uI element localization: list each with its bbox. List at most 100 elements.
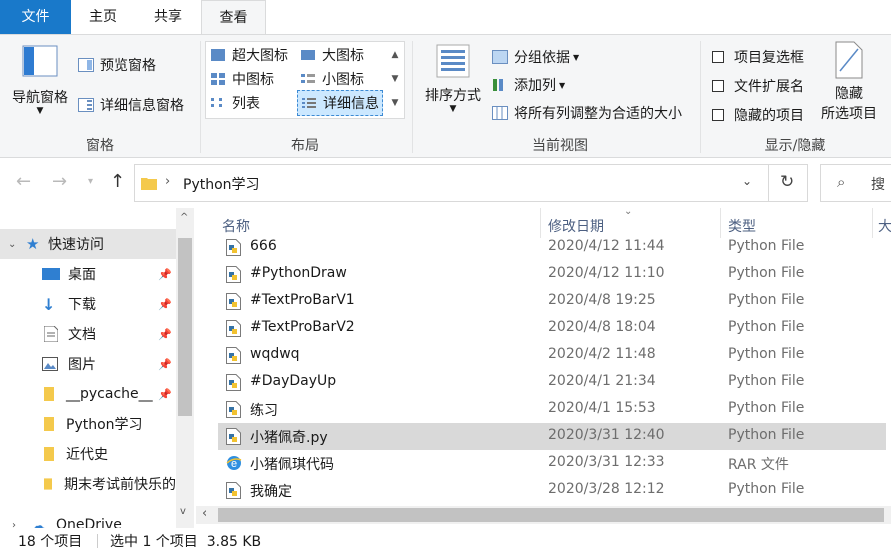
file-list-hscrollbar-thumb[interactable]	[218, 508, 884, 522]
forward-arrow-icon[interactable]: →	[52, 172, 67, 192]
folder-icon	[44, 447, 54, 461]
file-row[interactable]: 666 2020/4/12 11:44 Python File	[218, 234, 886, 261]
layout-medium-icons[interactable]: 中图标	[210, 69, 274, 89]
hide-selected-button[interactable]: 隐藏 所选项目	[814, 41, 884, 123]
nav-item-pictures[interactable]: 图片	[0, 349, 176, 379]
file-row[interactable]: #TextProBarV2 2020/4/8 18:04 Python File	[218, 315, 886, 342]
cloud-icon: ☁	[30, 515, 46, 529]
file-name[interactable]: 我确定	[250, 481, 292, 501]
details-view-icon	[302, 98, 316, 108]
column-header-size[interactable]: 大	[878, 216, 891, 236]
file-row[interactable]: 小猪佩奇.py 2020/3/31 12:40 Python File	[218, 423, 886, 450]
file-row[interactable]: #DayDayUp 2020/4/1 21:34 Python File	[218, 369, 886, 396]
navigation-pane-button[interactable]: 导航窗格 ▼	[8, 45, 72, 116]
nav-item-final-exam[interactable]: 期末考试前快乐的	[0, 469, 176, 499]
download-icon: ↓	[42, 294, 56, 314]
status-bar: 18 个项目 选中 1 个项目 3.85 KB	[0, 528, 891, 557]
layout-details[interactable]: 详细信息	[297, 90, 383, 116]
more-icon[interactable]: ▼	[388, 91, 402, 115]
column-header-type[interactable]: 类型	[728, 216, 756, 236]
layout-small-icons[interactable]: 小图标	[300, 69, 364, 89]
file-row[interactable]: e 小猪佩琪代码 2020/3/31 12:33 RAR 文件	[218, 450, 886, 477]
scroll-down-icon[interactable]: v	[180, 506, 186, 517]
file-name[interactable]: 小猪佩奇.py	[250, 427, 328, 447]
file-extensions-toggle[interactable]: 文件扩展名	[712, 76, 804, 96]
file-name[interactable]: #DayDayUp	[250, 373, 336, 389]
nav-item-desktop[interactable]: 桌面	[0, 259, 176, 289]
pin-icon[interactable]: 📌	[158, 388, 172, 401]
file-row[interactable]: 练习 2020/4/1 15:53 Python File	[218, 396, 886, 423]
address-path[interactable]: Python学习	[183, 174, 260, 194]
recent-chevron-icon[interactable]: ▾	[88, 172, 93, 192]
file-row[interactable]: #PythonDraw 2020/4/12 11:10 Python File	[218, 261, 886, 288]
chevron-up-icon[interactable]: ▲	[388, 43, 402, 67]
sort-by-icon	[436, 44, 470, 78]
file-name[interactable]: wqdwq	[250, 346, 300, 362]
details-pane-icon	[78, 98, 94, 112]
nav-item-python[interactable]: Python学习	[0, 409, 176, 439]
item-checkboxes-toggle[interactable]: 项目复选框	[712, 47, 804, 67]
column-header-date[interactable]: 修改日期	[548, 216, 604, 236]
pin-icon[interactable]: 📌	[158, 358, 172, 371]
chevron-down-icon[interactable]: ▼	[388, 67, 402, 91]
refresh-icon: ↻	[780, 172, 795, 192]
details-pane-button[interactable]: 详细信息窗格	[78, 95, 184, 115]
layout-list[interactable]: 列表	[210, 93, 260, 113]
nav-item-modern-history[interactable]: 近代史	[0, 439, 176, 469]
file-name[interactable]: #PythonDraw	[250, 265, 347, 281]
file-row[interactable]: 我确定 2020/3/28 12:12 Python File	[218, 477, 886, 504]
nav-item-documents[interactable]: 文档	[0, 319, 176, 349]
file-name[interactable]: 练习	[250, 400, 278, 420]
file-name[interactable]: 小猪佩琪代码	[250, 454, 334, 474]
nav-scrollbar-thumb[interactable]	[178, 238, 192, 416]
tab-share[interactable]: 共享	[135, 0, 201, 34]
python-file-icon	[226, 266, 241, 283]
hidden-items-checkbox[interactable]	[712, 109, 724, 121]
hidden-items-toggle[interactable]: 隐藏的项目	[712, 105, 804, 125]
layout-extra-large-icons[interactable]: 超大图标	[210, 45, 288, 65]
file-name[interactable]: #TextProBarV2	[250, 319, 355, 335]
back-arrow-icon[interactable]: ←	[16, 172, 31, 192]
tab-file[interactable]: 文件	[0, 0, 71, 34]
chevron-down-icon: ▼	[573, 52, 580, 62]
folder-icon	[44, 387, 54, 401]
address-bar[interactable]: › Python学习 ⌄	[134, 164, 769, 202]
file-date: 2020/4/1 21:34	[548, 373, 656, 389]
layout-gallery-scroll[interactable]: ▲ ▼ ▼	[388, 43, 402, 115]
up-arrow-icon[interactable]: ↑	[110, 172, 125, 192]
chevron-down-icon: ⌄	[8, 238, 17, 250]
pin-icon[interactable]: 📌	[158, 298, 172, 311]
nav-onedrive[interactable]: › ☁ OneDrive	[0, 510, 176, 529]
pin-icon[interactable]: 📌	[158, 328, 172, 341]
address-history-chevron-icon[interactable]: ⌄	[742, 174, 752, 188]
add-column-button[interactable]: 添加列 ▼	[492, 75, 565, 95]
file-extensions-checkbox[interactable]	[712, 80, 724, 92]
file-row[interactable]: wqdwq 2020/4/2 11:48 Python File	[218, 342, 886, 369]
column-header-name[interactable]: 名称	[222, 216, 250, 236]
file-name[interactable]: #TextProBarV1	[250, 292, 355, 308]
file-list: 名称 ⌄ 修改日期 类型 大 666 2020/4/12 11:44 Python …	[196, 208, 891, 528]
layout-large-icons[interactable]: 大图标	[300, 45, 364, 65]
pin-icon[interactable]: 📌	[158, 268, 172, 281]
fit-columns-button[interactable]: 将所有列调整为合适的大小	[492, 103, 682, 123]
group-by-button[interactable]: 分组依据 ▼	[492, 47, 579, 67]
scroll-left-icon[interactable]: ‹	[202, 506, 207, 521]
hide-selected-label-2: 所选项目	[821, 106, 877, 122]
scroll-up-icon[interactable]: ^	[180, 212, 188, 223]
nav-item-pycache[interactable]: __pycache__	[0, 379, 176, 409]
file-row[interactable]: #TextProBarV1 2020/4/8 19:25 Python File	[218, 288, 886, 315]
fit-columns-icon	[492, 106, 508, 120]
group-by-label: 分组依据	[514, 50, 570, 66]
tab-home[interactable]: 主页	[71, 0, 135, 34]
large-icons-icon	[301, 50, 315, 60]
item-checkboxes-checkbox[interactable]	[712, 51, 724, 63]
search-box[interactable]: ⌕ 搜	[820, 164, 891, 202]
nav-quick-access[interactable]: ⌄ ★ 快速访问	[0, 229, 176, 259]
preview-pane-button[interactable]: 预览窗格	[78, 55, 156, 75]
tab-view[interactable]: 查看	[201, 0, 266, 35]
file-name[interactable]: 666	[250, 238, 277, 254]
nav-item-downloads[interactable]: ↓ 下载	[0, 289, 176, 319]
refresh-button[interactable]: ↻	[769, 164, 808, 202]
sort-by-button[interactable]: 排序方式 ▼	[420, 43, 486, 114]
python-file-icon	[226, 428, 241, 445]
